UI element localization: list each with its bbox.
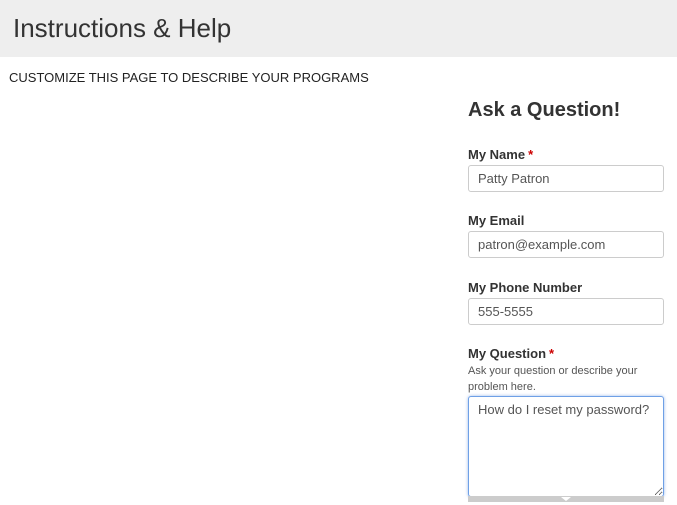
- question-label-text: My Question: [468, 346, 547, 361]
- phone-input[interactable]: [468, 298, 664, 325]
- question-textarea-wrap: How do I reset my password?: [468, 396, 664, 502]
- phone-field-group: My Phone Number: [468, 280, 664, 325]
- phone-label: My Phone Number: [468, 280, 583, 295]
- question-label: My Question *: [468, 346, 677, 362]
- question-textarea[interactable]: How do I reset my password?: [468, 396, 664, 497]
- name-label-text: My Name: [468, 147, 526, 162]
- textarea-resize-bar[interactable]: [468, 496, 664, 502]
- email-input[interactable]: [468, 231, 664, 258]
- question-help-text: Ask your question or describe your probl…: [468, 365, 638, 393]
- name-field-group: My Name *: [468, 147, 664, 192]
- resize-arrow-icon: [561, 497, 571, 501]
- name-input[interactable]: [468, 165, 664, 192]
- question-required-mark: *: [549, 346, 555, 361]
- name-label: My Name *: [468, 147, 664, 163]
- form-title: Ask a Question!: [468, 99, 621, 121]
- intro-text: CUSTOMIZE THIS PAGE TO DESCRIBE YOUR PRO…: [9, 70, 369, 85]
- question-field-group: My Question * Ask your question or descri…: [468, 346, 677, 502]
- email-field-group: My Email: [468, 213, 664, 258]
- ask-question-form: Ask a Question!: [468, 96, 664, 124]
- page-header: Instructions & Help: [0, 0, 677, 57]
- page-title: Instructions & Help: [13, 13, 232, 43]
- name-required-mark: *: [528, 147, 534, 162]
- email-label: My Email: [468, 213, 525, 228]
